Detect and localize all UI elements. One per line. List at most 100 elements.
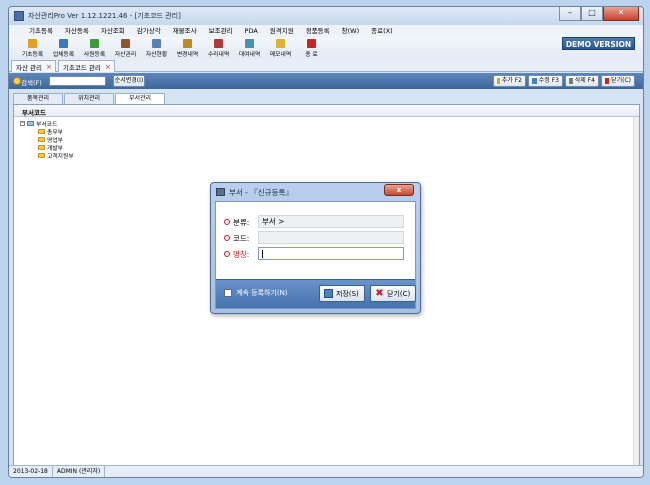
exit-icon — [307, 39, 316, 48]
close-window-button[interactable]: ✕ — [603, 7, 639, 21]
menu-item[interactable]: 자산등록 — [59, 25, 95, 37]
toolbar-label: 자산관리 — [114, 52, 137, 58]
minimize-button[interactable]: – — [559, 7, 581, 21]
delete-button[interactable]: 삭제 F4 — [565, 75, 599, 87]
app-icon — [14, 11, 24, 21]
menu-item[interactable]: 창(W) — [336, 25, 365, 37]
menu-item[interactable]: 감가상각 — [131, 25, 167, 37]
action-label: 수정 F3 — [538, 77, 559, 84]
search-icon — [13, 77, 21, 85]
lend-icon — [245, 39, 254, 48]
menu-item[interactable]: 종료(X) — [365, 25, 399, 37]
toolbar-label: 기초등록 — [21, 52, 44, 58]
toolbar-label: 종 료 — [305, 52, 318, 58]
folder-icon — [28, 39, 37, 48]
dialog-field-row: 코드: — [224, 232, 261, 244]
save-button[interactable]: 저장(S) — [319, 285, 365, 302]
add-button[interactable]: 추가 F2 — [493, 75, 526, 87]
tree-item[interactable]: 고객지원부 — [20, 151, 74, 160]
sub-tab[interactable]: 위치관리 — [64, 93, 114, 104]
edit-icon — [532, 78, 537, 84]
toolbar-button[interactable]: 수리내역 — [203, 37, 234, 59]
dialog-cancel-label: 닫기(C) — [387, 289, 411, 298]
toolbar-label: 변경내역 — [176, 52, 199, 58]
toolbar-button[interactable]: 변경내역 — [172, 37, 203, 59]
folder-icon — [38, 128, 45, 134]
toolbar-button[interactable]: 업체등록 — [48, 37, 79, 59]
action-label: 추가 F2 — [501, 77, 522, 84]
search-bar: 검색(F) 순서변경(I) 추가 F2 수정 F3 삭제 F4 닫기(C) — [9, 73, 643, 89]
dialog-footer: 계속 등록하기(N) 저장(S) ✖ 닫기(C) — [216, 279, 416, 308]
window-title: 자산관리Pro Ver 1.12.1221.46 - [기초코드 관리] — [28, 12, 181, 20]
readonly-field — [258, 231, 404, 244]
document-tab[interactable]: 기초코드 관리 × — [57, 60, 115, 72]
keep-registering-checkbox[interactable] — [224, 289, 232, 297]
document-tab[interactable]: 자산 관리 × — [11, 60, 56, 72]
tree-item-label: 고객지원부 — [47, 153, 74, 160]
bullet-icon — [224, 235, 230, 241]
folder-icon — [27, 120, 34, 126]
window-controls: – □ ✕ — [559, 7, 639, 21]
content-header: 부서코드 — [14, 105, 639, 117]
field-label: 분류: — [233, 217, 250, 227]
close-icon: ✖ — [375, 288, 384, 299]
close-button[interactable]: 닫기(C) — [601, 75, 635, 87]
toolbar-button[interactable]: 자산현황 — [141, 37, 172, 59]
delete-icon — [569, 78, 573, 84]
status-bar: 2013-02-18 ADMIN (관리자) — [9, 465, 643, 477]
toolbar-label: 업체등록 — [52, 52, 75, 58]
toolbar-button[interactable]: 자산관리 — [110, 37, 141, 59]
menu-item[interactable]: 재물조사 — [167, 25, 203, 37]
document-tab-label: 자산 관리 — [16, 63, 42, 72]
content-header-label: 부서코드 — [22, 109, 46, 117]
dialog-close-button[interactable]: x — [384, 184, 414, 196]
toolbar-button[interactable]: 종 료 — [296, 37, 327, 59]
field-value: 부서 > — [262, 217, 285, 226]
text-caret — [262, 250, 263, 258]
dialog-app-icon — [216, 188, 225, 196]
menu-item[interactable]: PDA — [239, 25, 264, 37]
add-icon — [497, 78, 500, 84]
status-cell: ADMIN (관리자) — [53, 466, 106, 477]
dialog-body: 계속 등록하기(N) 저장(S) ✖ 닫기(C) 분류: 부서 > 코드: 명칭: — [215, 201, 416, 309]
name-input[interactable] — [258, 247, 404, 260]
toolbar-label: 수리내역 — [207, 52, 230, 58]
maximize-button[interactable]: □ — [581, 7, 603, 21]
bullet-icon — [224, 251, 230, 257]
dialog-cancel-button[interactable]: ✖ 닫기(C) — [370, 285, 416, 302]
folder-icon — [38, 152, 45, 158]
dialog-field-row: 명칭: — [224, 248, 261, 260]
menu-item[interactable]: 정품등록 — [300, 25, 336, 37]
search-input[interactable] — [49, 76, 106, 86]
report-icon — [152, 39, 161, 48]
toolbar-button[interactable]: 사원등록 — [79, 37, 110, 59]
dialog-title-bar: 부서 - 『신규등록』 x — [211, 183, 420, 200]
toolbar-label: 자산현황 — [145, 52, 168, 58]
action-label: 닫기(C) — [611, 77, 631, 84]
department-tree: − 부서코드 총무부 영업부 개발부 고객지원부 — [20, 119, 74, 160]
vertical-scrollbar[interactable] — [633, 117, 639, 466]
toolbar-button[interactable]: 대여내역 — [234, 37, 265, 59]
edit-button[interactable]: 수정 F3 — [528, 75, 563, 87]
menu-item[interactable]: 자산조회 — [95, 25, 131, 37]
sub-tab[interactable]: 품목관리 — [13, 93, 63, 104]
bullet-icon — [224, 219, 230, 225]
menu-item[interactable]: 보조관리 — [203, 25, 239, 37]
tab-close-icon[interactable]: × — [105, 63, 111, 71]
tab-close-icon[interactable]: × — [46, 63, 52, 71]
collapse-icon[interactable]: − — [20, 120, 25, 126]
demo-version-badge: DEMO VERSION — [562, 37, 635, 50]
change-order-button[interactable]: 순서변경(I) — [113, 75, 145, 87]
menu-bar: 기초등록 자산등록 자산조회 감가상각 재물조사 보조관리 PDA 원격지원 정품등록 창(W) 종… — [9, 25, 643, 37]
edit-icon — [183, 39, 192, 48]
menu-item[interactable]: 기초등록 — [23, 25, 59, 37]
menu-item[interactable]: 원격지원 — [264, 25, 300, 37]
memo-icon — [276, 39, 285, 48]
user-icon — [90, 39, 99, 48]
toolbar-button[interactable]: 메모내역 — [265, 37, 296, 59]
title-bar: 자산관리Pro Ver 1.12.1221.46 - [기초코드 관리] – □… — [9, 7, 643, 25]
document-tabs: 자산 관리 × 기초코드 관리 × — [9, 59, 643, 72]
toolbar-button[interactable]: 기초등록 — [17, 37, 48, 59]
toolbar-label: 대여내역 — [238, 52, 261, 58]
save-icon — [324, 289, 333, 298]
